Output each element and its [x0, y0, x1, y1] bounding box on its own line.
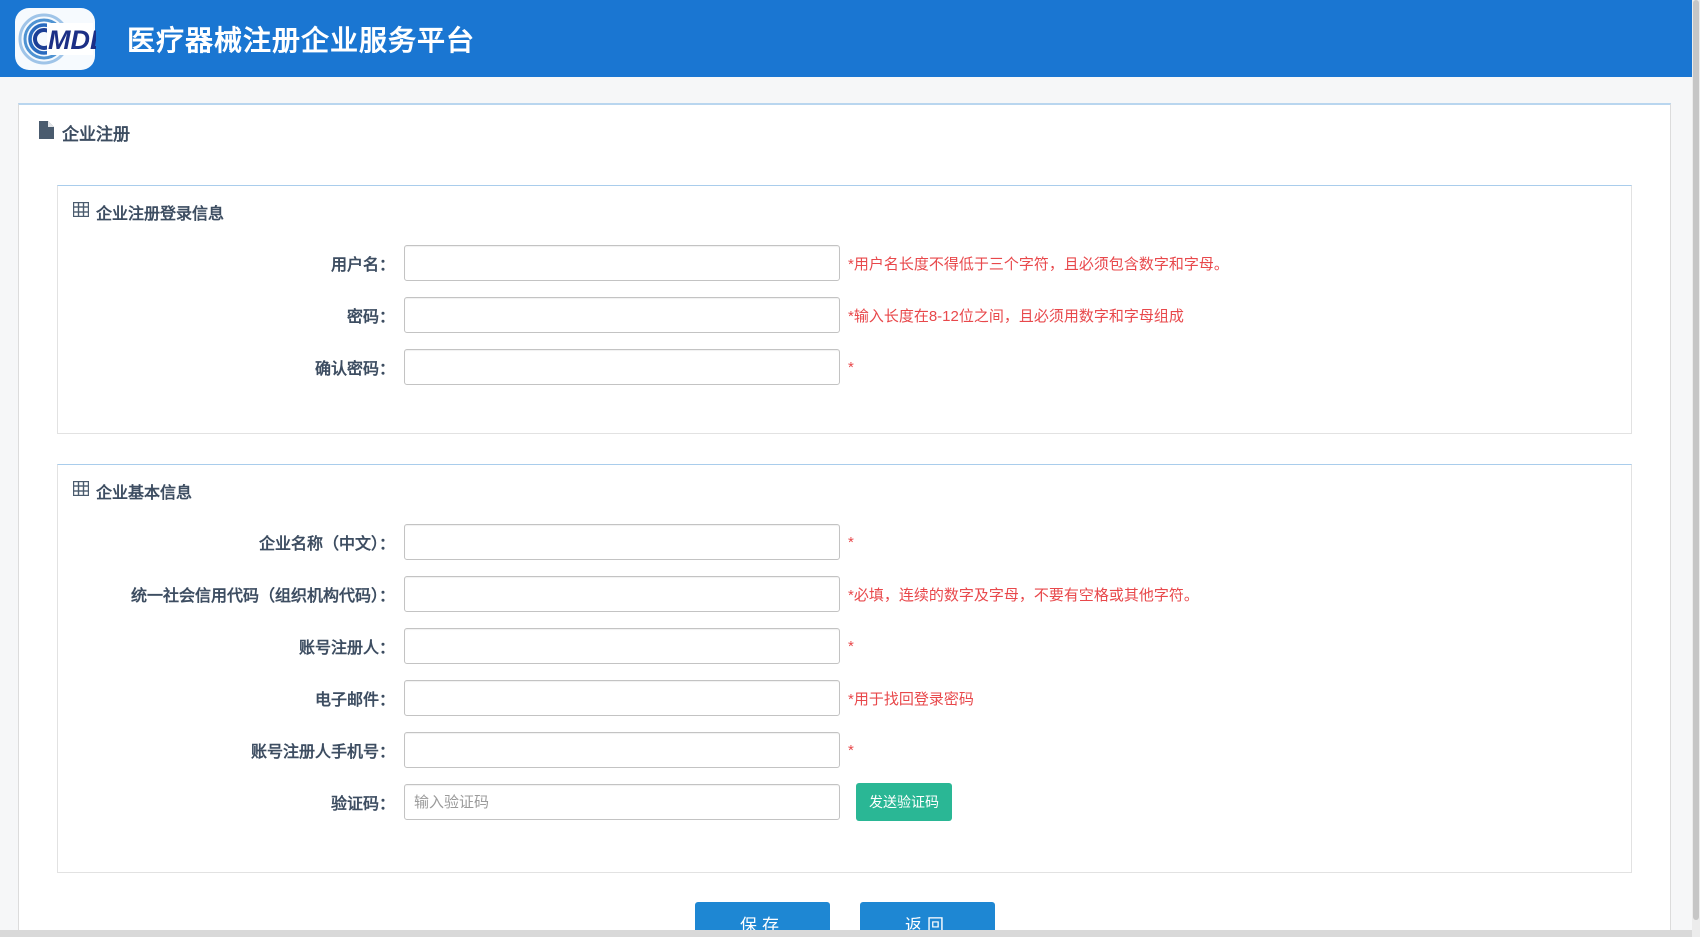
registrant-label: 账号注册人：: [58, 634, 404, 658]
app-title: 医疗器械注册企业服务平台: [127, 19, 475, 59]
phone-hint: *: [848, 742, 854, 759]
credit-code-hint: *必填，连续的数字及字母，不要有空格或其他字符。: [848, 584, 1199, 605]
password-row: 密码： *输入长度在8-12位之间，且必须用数字和字母组成: [58, 297, 1631, 333]
panel-title-text: 企业基本信息: [96, 479, 192, 503]
svg-text:MDE: MDE: [48, 25, 96, 55]
document-icon: [39, 121, 54, 144]
captcha-row: 验证码： 发送验证码: [58, 784, 1631, 820]
header-bar: MDE 医疗器械注册企业服务平台: [0, 0, 1700, 77]
table-icon: [73, 481, 89, 501]
company-name-label: 企业名称（中文）：: [58, 530, 404, 554]
vertical-scrollbar[interactable]: [1692, 0, 1700, 937]
phone-input[interactable]: [404, 732, 840, 768]
username-label: 用户名：: [58, 251, 404, 275]
email-label: 电子邮件：: [58, 686, 404, 710]
cmde-logo: MDE: [14, 7, 96, 71]
username-input[interactable]: [404, 245, 840, 281]
company-name-row: 企业名称（中文）： *: [58, 524, 1631, 560]
page-title-row: 企业注册: [39, 120, 1670, 145]
credit-code-label: 统一社会信用代码（组织机构代码）：: [58, 582, 404, 606]
registrant-hint: *: [848, 638, 854, 655]
email-input[interactable]: [404, 680, 840, 716]
captcha-label: 验证码：: [58, 790, 404, 814]
panel-title-text: 企业注册登录信息: [96, 200, 224, 224]
company-name-input[interactable]: [404, 524, 840, 560]
content-card: 企业注册 企业注册登录信息 用户名： *用户名长度不得低于三个字符，且必须包含数…: [18, 103, 1671, 937]
table-icon: [73, 202, 89, 222]
vertical-scrollbar-thumb[interactable]: [1693, 0, 1699, 920]
confirm-password-label: 确认密码：: [58, 355, 404, 379]
captcha-input[interactable]: [404, 784, 840, 820]
company-name-hint: *: [848, 534, 854, 551]
username-hint: *用户名长度不得低于三个字符，且必须包含数字和字母。: [848, 253, 1229, 274]
credit-code-row: 统一社会信用代码（组织机构代码）： *必填，连续的数字及字母，不要有空格或其他字…: [58, 576, 1631, 612]
page-title: 企业注册: [62, 120, 130, 145]
confirm-password-hint: *: [848, 359, 854, 376]
credit-code-input[interactable]: [404, 576, 840, 612]
login-info-panel-header: 企业注册登录信息: [58, 186, 1631, 224]
password-input[interactable]: [404, 297, 840, 333]
password-hint: *输入长度在8-12位之间，且必须用数字和字母组成: [848, 305, 1184, 326]
email-hint: *用于找回登录密码: [848, 688, 974, 709]
phone-label: 账号注册人手机号：: [58, 738, 404, 762]
basic-info-panel-header: 企业基本信息: [58, 465, 1631, 503]
horizontal-scrollbar[interactable]: [0, 930, 1692, 937]
login-info-panel: 企业注册登录信息 用户名： *用户名长度不得低于三个字符，且必须包含数字和字母。…: [57, 185, 1632, 434]
confirm-password-row: 确认密码： *: [58, 349, 1631, 385]
phone-row: 账号注册人手机号： *: [58, 732, 1631, 768]
registrant-input[interactable]: [404, 628, 840, 664]
email-row: 电子邮件： *用于找回登录密码: [58, 680, 1631, 716]
password-label: 密码：: [58, 303, 404, 327]
username-row: 用户名： *用户名长度不得低于三个字符，且必须包含数字和字母。: [58, 245, 1631, 281]
send-code-button[interactable]: 发送验证码: [856, 783, 952, 821]
basic-info-panel: 企业基本信息 企业名称（中文）： * 统一社会信用代码（组织机构代码）： *必填…: [57, 464, 1632, 873]
confirm-password-input[interactable]: [404, 349, 840, 385]
registrant-row: 账号注册人： *: [58, 628, 1631, 664]
